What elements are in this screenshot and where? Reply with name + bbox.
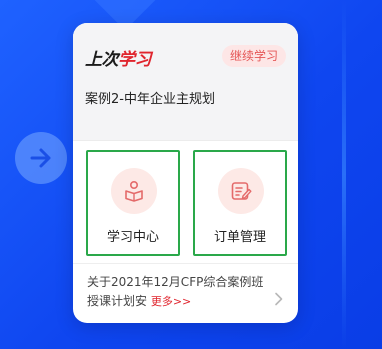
order-management-label: 订单管理: [213, 230, 266, 245]
chevron-right-icon: [275, 292, 283, 306]
study-center-label: 学习中心: [106, 230, 159, 245]
study-center-tile[interactable]: 学习中心: [86, 150, 180, 256]
last-study-panel: 上次学习 继续学习 案例2-中年企业主规划: [73, 23, 298, 141]
news-text-block: 关于2021年12月CFP综合案例班授课计划安 更多>>: [87, 273, 272, 311]
logo-text-red: 学习: [118, 50, 152, 70]
order-management-icon-circle: [218, 168, 264, 214]
more-link[interactable]: 更多>>: [151, 295, 191, 308]
arrow-right-icon: [30, 148, 51, 168]
next-arrow-button[interactable]: [15, 132, 67, 184]
study-center-icon-circle: [111, 168, 157, 214]
course-title[interactable]: 案例2-中年企业主规划: [85, 88, 215, 107]
edit-document-icon: [231, 182, 252, 200]
logo-text-black: 上次: [85, 50, 119, 70]
news-item[interactable]: 关于2021年12月CFP综合案例班授课计划安 更多>>: [73, 263, 298, 311]
last-study-logo: 上次学习: [85, 45, 152, 70]
reader-icon: [125, 180, 143, 202]
background-glow-line: [342, 0, 346, 349]
continue-study-button[interactable]: 继续学习: [221, 45, 286, 67]
order-management-tile[interactable]: 订单管理: [193, 150, 287, 256]
study-card: 上次学习 继续学习 案例2-中年企业主规划 学习中心 订单管理 关于2021年1…: [73, 23, 298, 323]
